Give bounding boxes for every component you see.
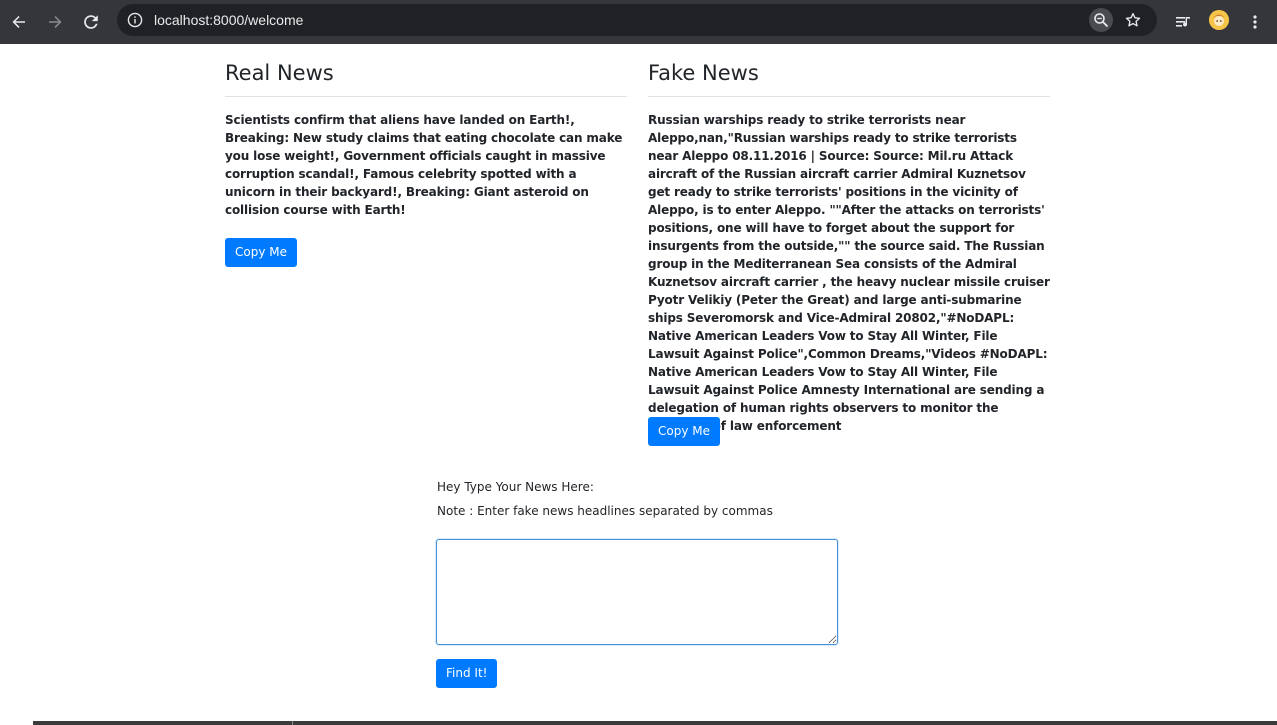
site-info-icon [127,12,143,28]
bookmark-button[interactable] [1121,8,1145,32]
real-news-text: Scientists confirm that aliens have land… [225,113,623,217]
news-textarea[interactable] [436,539,838,645]
news-input-note: Note : Enter fake news headlines separat… [437,504,773,518]
fake-news-copy-button[interactable]: Copy Me [648,417,720,446]
real-news-section: Real News Scientists confirm that aliens… [225,44,627,219]
reload-button[interactable] [75,6,107,38]
url-text[interactable]: localhost:8000/welcome [154,4,303,36]
fake-news-text: Russian warships ready to strike terrori… [648,113,1050,433]
profile-avatar[interactable] [1209,10,1229,30]
fake-news-divider [648,96,1050,97]
reload-icon [84,15,98,29]
address-bar[interactable]: localhost:8000/welcome [117,4,1157,36]
back-button[interactable] [3,6,35,38]
star-icon [1125,12,1141,27]
real-news-divider [225,96,627,97]
zoom-button[interactable] [1089,8,1113,32]
zoom-icon [1094,13,1109,28]
forward-button[interactable] [39,6,71,38]
media-controls-button[interactable] [1169,8,1197,36]
site-info-button[interactable] [123,8,147,32]
fake-news-title: Fake News [648,61,759,85]
taskbar-divider [292,721,293,725]
back-arrow-icon [12,16,25,28]
browser-toolbar: localhost:8000/welcome [0,0,1277,44]
kebab-menu-icon [1253,15,1257,29]
browser-menu-button[interactable] [1241,8,1269,36]
real-news-copy-button[interactable]: Copy Me [225,238,297,267]
find-it-button[interactable]: Find It! [436,659,498,688]
forward-arrow-icon [49,16,62,28]
fake-news-section: Fake News Russian warships ready to stri… [648,44,1050,435]
taskbar-edge [33,721,1277,725]
real-news-title: Real News [225,61,334,85]
media-controls-icon [1176,17,1190,27]
profile-avatar-icon [1209,10,1229,30]
news-input-label: Hey Type Your News Here: [437,480,594,494]
